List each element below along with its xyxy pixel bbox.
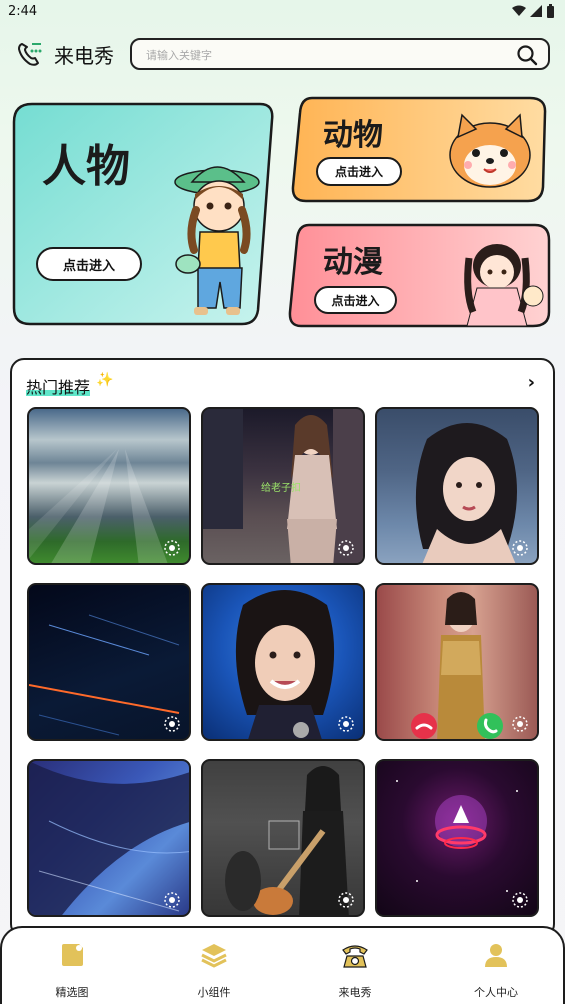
wallpaper-tile-guitarist[interactable] <box>201 759 365 917</box>
wifi-icon <box>512 5 526 16</box>
search-placeholder: 请输入关键字 <box>146 49 212 62</box>
nav-item-widgets[interactable]: 小组件 <box>164 940 264 1000</box>
nav-label: 来电秀 <box>338 986 372 999</box>
category-anime-enter-button[interactable]: 点击进入 <box>314 286 397 314</box>
search-icon[interactable] <box>516 44 538 66</box>
sparkle-icon: ✨ <box>96 372 114 388</box>
app-header: 来电秀 请输入关键字 <box>0 34 565 74</box>
layers-icon <box>201 944 227 968</box>
wallpaper-tile-game-girl[interactable]: 给老子扣 <box>201 407 365 565</box>
app-title: 来电秀 <box>54 44 114 68</box>
category-anime-title: 动漫 <box>323 245 383 280</box>
nav-label: 精选图 <box>55 986 89 999</box>
bottom-nav: 精选图 小组件 来电秀 个人中心 <box>0 926 565 1004</box>
wallpaper-tile-woman-portrait[interactable] <box>375 407 539 565</box>
battery-icon <box>547 4 554 18</box>
category-people-title: 人物 <box>42 141 130 192</box>
live-wallpaper-icon <box>512 540 528 556</box>
wallpaper-tile-woman-gold-dress[interactable] <box>375 583 539 741</box>
nav-item-callshow[interactable]: 来电秀 <box>305 940 405 1000</box>
phone-icon <box>342 945 368 968</box>
wallpaper-tile-woman-smiling[interactable] <box>201 583 365 741</box>
category-animals-title: 动物 <box>323 118 383 153</box>
decline-call-icon[interactable] <box>411 713 437 739</box>
live-wallpaper-icon <box>338 716 354 732</box>
live-wallpaper-icon <box>338 540 354 556</box>
nav-label: 个人中心 <box>474 986 518 999</box>
user-icon <box>485 944 507 967</box>
hot-recommend-title: 热门推荐 <box>26 378 91 397</box>
search-input[interactable]: 请输入关键字 <box>130 38 550 70</box>
nav-item-featured[interactable]: 精选图 <box>22 940 122 1000</box>
category-animals-enter-button[interactable]: 点击进入 <box>316 157 402 186</box>
status-bar: 2:44 <box>0 0 565 24</box>
tile-caption: 给老子扣 <box>261 483 301 494</box>
status-time: 2:44 <box>8 4 38 19</box>
wallpaper-tile-clouds[interactable] <box>27 407 191 565</box>
live-wallpaper-icon <box>164 716 180 732</box>
dog-illustration <box>449 113 531 188</box>
live-wallpaper-icon <box>338 892 354 908</box>
live-wallpaper-icon <box>512 892 528 908</box>
live-wallpaper-icon <box>164 892 180 908</box>
phone-call-icon <box>18 43 42 66</box>
wallpaper-tile-glowing-ufo[interactable] <box>375 759 539 917</box>
live-wallpaper-icon <box>164 540 180 556</box>
accept-call-icon[interactable] <box>477 713 503 739</box>
live-wallpaper-icon <box>512 716 528 732</box>
status-icons <box>512 4 555 18</box>
signal-icon <box>530 5 542 17</box>
category-people-enter-button[interactable]: 点击进入 <box>36 247 142 281</box>
nav-label: 小组件 <box>197 986 231 999</box>
nav-item-profile[interactable]: 个人中心 <box>446 940 546 1000</box>
wallpaper-tile-light-streaks[interactable] <box>27 583 191 741</box>
wallpaper-tile-anime-hair[interactable] <box>27 759 191 917</box>
gallery-icon <box>62 944 83 966</box>
hot-recommend-more-button[interactable]: › <box>528 372 535 393</box>
